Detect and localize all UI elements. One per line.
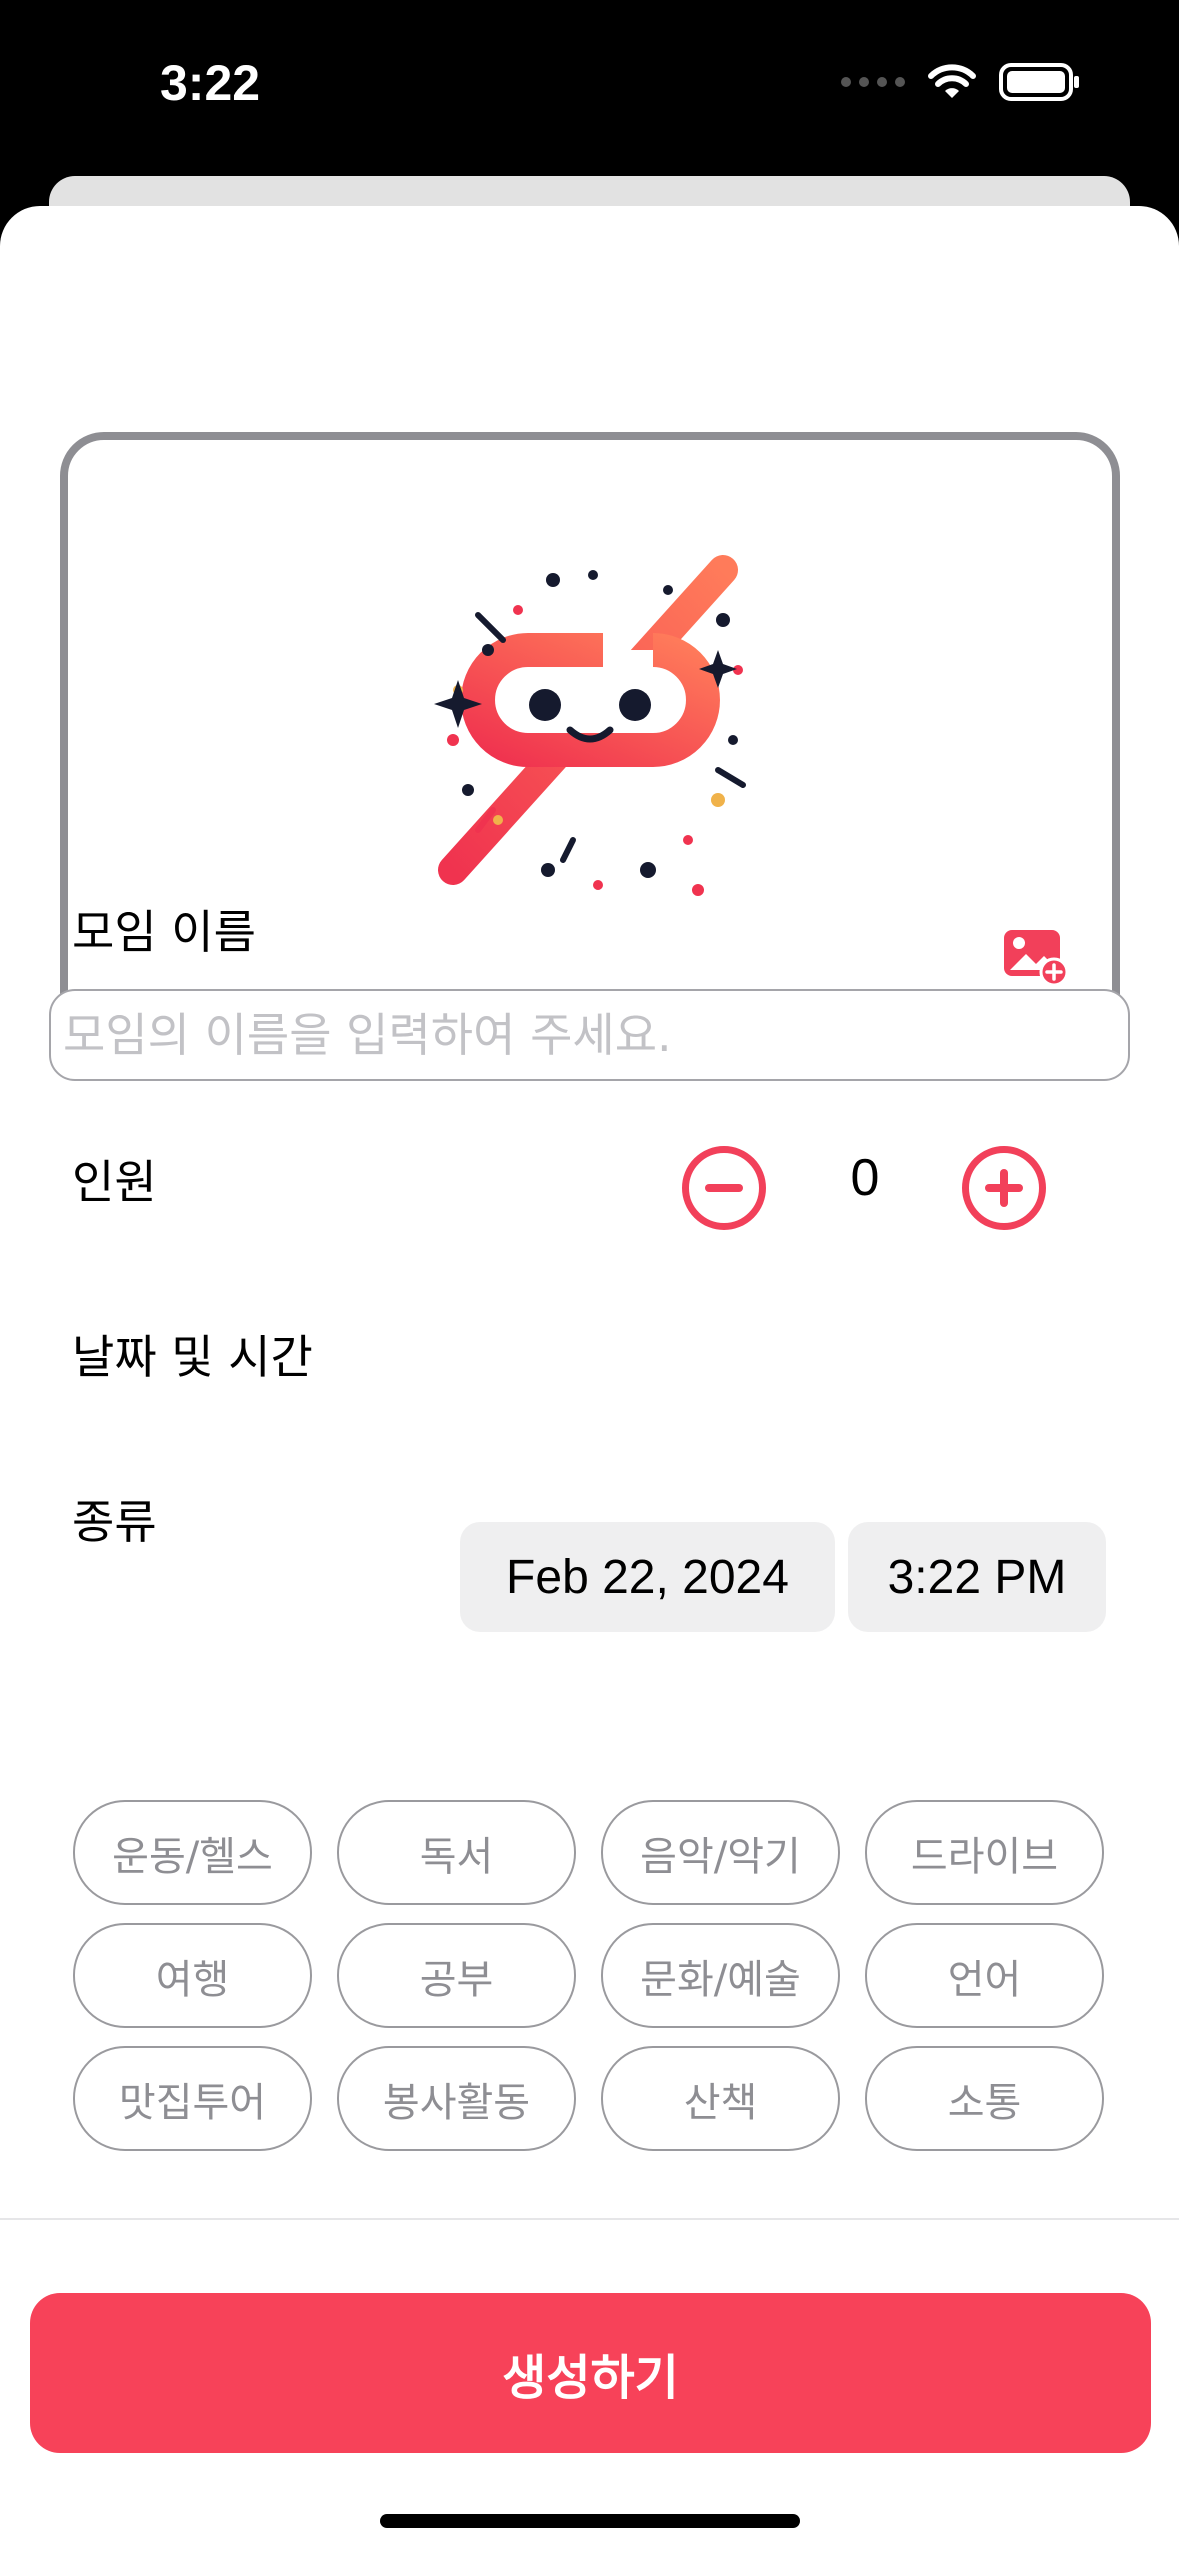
status-time: 3:22 (160, 55, 261, 111)
plus-vertical-bar (1000, 1169, 1008, 1207)
category-chip[interactable]: 언어 (865, 1923, 1104, 2028)
category-chip[interactable]: 문화/예술 (601, 1923, 840, 2028)
app-logo-image (403, 545, 783, 925)
battery-icon (999, 63, 1079, 101)
meeting-name-input[interactable] (49, 989, 1130, 1081)
bottom-divider (0, 2218, 1179, 2220)
category-label: 종류 (72, 1495, 157, 1549)
category-chip[interactable]: 음악/악기 (601, 1800, 840, 1905)
signal-icon (841, 77, 905, 87)
status-bar: 3:22 (0, 0, 1179, 175)
create-meeting-sheet: 모임 이름 인원 0 날짜 및 시간 Feb 22, 2024 3:22 PM … (0, 206, 1179, 2556)
category-chip[interactable]: 독서 (337, 1800, 576, 1905)
category-chip[interactable]: 운동/헬스 (73, 1800, 312, 1905)
meeting-name-label: 모임 이름 (72, 905, 256, 959)
home-indicator (380, 2514, 800, 2528)
category-chip-grid: 운동/헬스 독서 음악/악기 드라이브 여행 공부 문화/예술 언어 맛집투어 … (73, 1800, 1105, 2151)
capacity-count: 0 (850, 1149, 880, 1207)
time-picker[interactable]: 3:22 PM (848, 1522, 1106, 1632)
date-picker[interactable]: Feb 22, 2024 (460, 1522, 835, 1632)
increase-capacity-button[interactable] (962, 1146, 1046, 1230)
datetime-label: 날짜 및 시간 (72, 1330, 313, 1384)
category-chip[interactable]: 맛집투어 (73, 2046, 312, 2151)
category-chip[interactable]: 공부 (337, 1923, 576, 2028)
create-button[interactable]: 생성하기 (30, 2293, 1151, 2453)
status-icons (841, 62, 1081, 102)
category-chip[interactable]: 여행 (73, 1923, 312, 2028)
add-photo-icon[interactable] (1002, 928, 1068, 986)
decrease-capacity-button[interactable] (682, 1146, 766, 1230)
wifi-icon (928, 64, 976, 98)
category-chip[interactable]: 드라이브 (865, 1800, 1104, 1905)
minus-circle-icon (705, 1184, 743, 1192)
capacity-label: 인원 (72, 1155, 157, 1209)
category-chip[interactable]: 소통 (865, 2046, 1104, 2151)
category-chip[interactable]: 봉사활동 (337, 2046, 576, 2151)
category-chip[interactable]: 산책 (601, 2046, 840, 2151)
